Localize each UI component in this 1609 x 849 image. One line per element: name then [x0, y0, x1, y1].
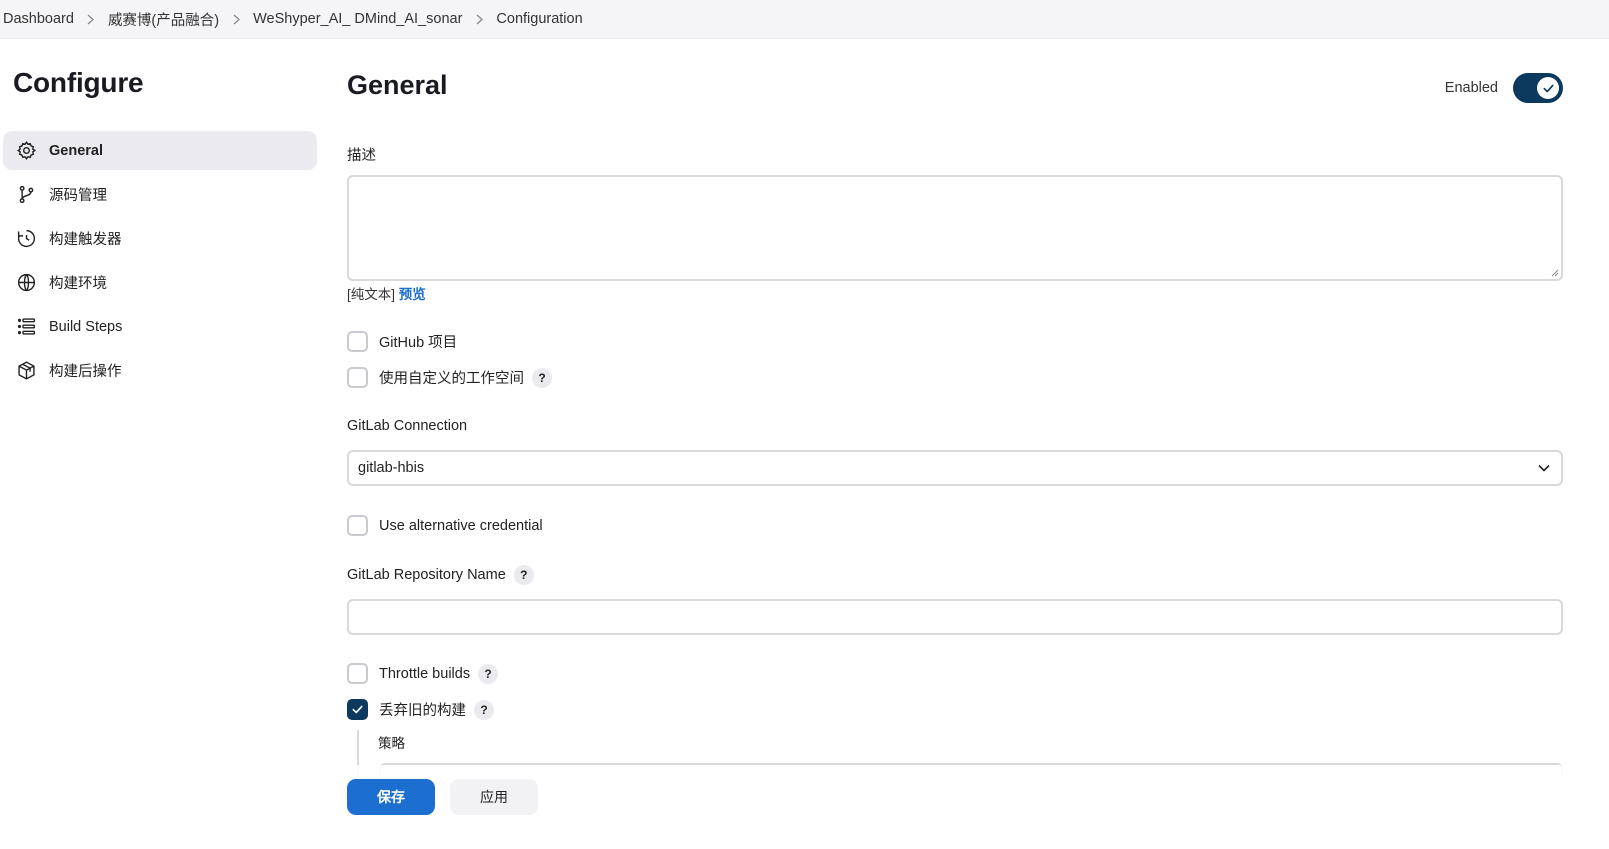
description-textarea[interactable] [347, 175, 1563, 281]
help-icon[interactable]: ? [478, 663, 499, 684]
chevron-down-icon [1538, 464, 1550, 472]
discard-old-row: 丢弃旧的构建 ? [347, 699, 494, 720]
custom-workspace-row: 使用自定义的工作空间 ? [347, 367, 552, 388]
chevron-right-icon [219, 14, 253, 25]
help-icon[interactable]: ? [474, 699, 494, 720]
format-line: [纯文本] 预览 [347, 283, 426, 303]
check-icon [1537, 77, 1559, 99]
help-icon[interactable]: ? [532, 367, 552, 388]
check-icon [352, 705, 363, 714]
custom-workspace-label: 使用自定义的工作空间 [379, 371, 524, 387]
strategy-label: 策略 [378, 736, 405, 751]
list-icon [15, 316, 37, 338]
package-icon [15, 360, 37, 382]
breadcrumb-job[interactable]: WeShyper_AI_ DMind_AI_sonar [253, 11, 462, 27]
sidebar-item-general[interactable]: General [3, 131, 317, 170]
sidebar-item-label: 源码管理 [49, 188, 107, 204]
globe-icon [15, 272, 37, 294]
format-text: [纯文本] [347, 287, 396, 302]
github-project-checkbox[interactable] [347, 331, 368, 352]
sidebar-item-label: 构建触发器 [49, 232, 122, 248]
discard-old-checkbox[interactable] [347, 699, 368, 720]
help-icon[interactable]: ? [513, 565, 534, 585]
preview-link[interactable]: 预览 [399, 287, 426, 302]
throttle-checkbox[interactable] [347, 663, 368, 684]
alt-credential-checkbox[interactable] [347, 515, 368, 536]
enabled-toggle[interactable] [1513, 73, 1563, 103]
github-project-label: GitHub 项目 [379, 335, 458, 351]
sidebar-item-label: 构建环境 [49, 276, 107, 292]
gitlab-connection-label: GitLab Connection [347, 418, 468, 434]
sidebar-item-environment[interactable]: 构建环境 [3, 263, 317, 302]
sidebar-item-post-build[interactable]: 构建后操作 [3, 351, 317, 390]
apply-button[interactable]: 应用 [450, 779, 538, 815]
enabled-label: Enabled [1444, 80, 1498, 96]
sidebar-item-label: 构建后操作 [49, 364, 122, 380]
gitlab-repo-input[interactable] [347, 599, 1563, 635]
github-project-row: GitHub 项目 [347, 331, 457, 352]
gitlab-connection-value: gitlab-hbis [358, 460, 425, 476]
page-title: General [347, 70, 448, 100]
resize-grip-icon[interactable] [1550, 268, 1559, 277]
sidebar-item-triggers[interactable]: 构建触发器 [3, 219, 317, 258]
alt-credential-row: Use alternative credential [347, 515, 543, 536]
chevron-right-icon [74, 14, 108, 25]
throttle-label: Throttle builds [379, 665, 471, 682]
sidebar-item-build-steps[interactable]: Build Steps [3, 307, 317, 346]
sidebar-item-source[interactable]: 源码管理 [3, 175, 317, 214]
branch-icon [15, 184, 37, 206]
breadcrumb-folder[interactable]: 威赛博(产品融合) [108, 9, 219, 30]
alt-credential-label: Use alternative credential [379, 517, 543, 534]
breadcrumb-configuration[interactable]: Configuration [496, 11, 582, 27]
sidebar-item-label: Build Steps [49, 318, 123, 335]
gitlab-repo-label: GitLab Repository Name [347, 567, 506, 583]
sidebar-nav: General 源码管理 构建触发器 构建环境 Build Steps 构建后操… [3, 131, 317, 395]
enabled-control: Enabled [1445, 73, 1563, 103]
clock-icon [15, 228, 37, 250]
gitlab-repo-label-row: GitLab Repository Name ? [347, 565, 534, 585]
throttle-row: Throttle builds ? [347, 663, 499, 684]
sidebar-item-label: General [49, 142, 103, 159]
description-label: 描述 [347, 148, 376, 164]
gitlab-connection-select[interactable]: gitlab-hbis [347, 450, 1563, 486]
breadcrumb-dashboard[interactable]: Dashboard [3, 11, 74, 27]
save-button[interactable]: 保存 [347, 779, 435, 815]
sidebar-title: Configure [13, 67, 144, 98]
discard-old-label: 丢弃旧的构建 [379, 703, 466, 719]
breadcrumb: Dashboard 威赛博(产品融合) WeShyper_AI_ DMind_A… [0, 0, 1609, 39]
gear-icon [15, 140, 37, 162]
custom-workspace-checkbox[interactable] [347, 367, 368, 388]
chevron-right-icon [462, 14, 496, 25]
bottom-action-bar [0, 765, 1609, 849]
